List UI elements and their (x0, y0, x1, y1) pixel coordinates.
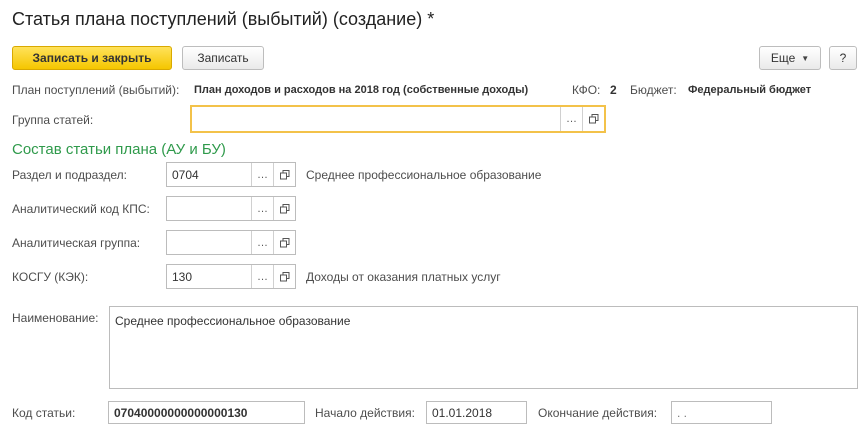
open-button[interactable] (273, 231, 295, 254)
kps-label: Аналитический код КПС: (12, 202, 150, 216)
kps-input[interactable] (167, 197, 251, 220)
open-button[interactable] (273, 197, 295, 220)
razdel-field[interactable]: 0704 … (166, 162, 296, 187)
save-and-close-button[interactable]: Записать и закрыть (12, 46, 172, 70)
budget-label: Бюджет: (630, 83, 677, 97)
ellipsis-icon: … (257, 168, 268, 181)
razdel-label: Раздел и подраздел: (12, 168, 128, 182)
select-button[interactable]: … (251, 265, 273, 288)
kfo-value: 2 (610, 83, 617, 97)
ellipsis-icon: … (257, 202, 268, 215)
start-label: Начало действия: (315, 406, 415, 420)
ellipsis-icon: … (257, 236, 268, 249)
open-window-icon (279, 169, 289, 179)
open-window-icon (588, 114, 598, 124)
select-button[interactable]: … (251, 231, 273, 254)
name-label: Наименование: (12, 311, 99, 325)
plan-label: План поступлений (выбытий): (12, 83, 180, 97)
select-button[interactable]: … (251, 163, 273, 186)
more-label: Еще (770, 51, 796, 65)
open-button[interactable] (273, 163, 295, 186)
name-textarea[interactable]: Среднее профессиональное образование (109, 306, 858, 389)
save-button[interactable]: Записать (182, 46, 264, 70)
ellipsis-icon: … (257, 270, 268, 283)
kosgu-field[interactable]: 130 … (166, 264, 296, 289)
code-label: Код статьи: (12, 406, 76, 420)
help-button[interactable]: ? (829, 46, 857, 70)
open-window-icon (279, 271, 289, 281)
page-title: Статья плана поступлений (выбытий) (созд… (12, 9, 435, 29)
open-button[interactable] (582, 107, 604, 131)
analytic-group-field[interactable]: … (166, 230, 296, 255)
open-button[interactable] (273, 265, 295, 288)
group-label: Группа статей: (12, 113, 94, 127)
group-field[interactable]: … (190, 105, 606, 133)
ellipsis-icon: … (566, 113, 577, 125)
kosgu-input[interactable]: 130 (167, 265, 251, 288)
kps-field[interactable]: … (166, 196, 296, 221)
group-input[interactable] (192, 107, 560, 131)
select-button[interactable]: … (560, 107, 582, 131)
end-date-input[interactable]: . . (671, 401, 772, 424)
chevron-down-icon: ▼ (801, 53, 810, 63)
analytic-group-label: Аналитическая группа: (12, 236, 141, 250)
razdel-input[interactable]: 0704 (167, 163, 251, 186)
end-label: Окончание действия: (538, 406, 658, 420)
open-window-icon (279, 203, 289, 213)
kosgu-description: Доходы от оказания платных услуг (306, 270, 501, 284)
select-button[interactable]: … (251, 197, 273, 220)
plan-value: План доходов и расходов на 2018 год (соб… (194, 84, 529, 96)
kfo-label: КФО: (572, 83, 601, 97)
section-title: Состав статьи плана (АУ и БУ) (12, 141, 226, 158)
razdel-description: Среднее профессиональное образование (306, 168, 542, 182)
analytic-group-input[interactable] (167, 231, 251, 254)
kosgu-label: КОСГУ (КЭК): (12, 270, 89, 284)
budget-value: Федеральный бюджет (688, 84, 812, 96)
code-input[interactable]: 07040000000000000130 (108, 401, 305, 424)
open-window-icon (279, 237, 289, 247)
start-date-input[interactable]: 01.01.2018 (426, 401, 527, 424)
more-button[interactable]: Еще ▼ (759, 46, 821, 70)
